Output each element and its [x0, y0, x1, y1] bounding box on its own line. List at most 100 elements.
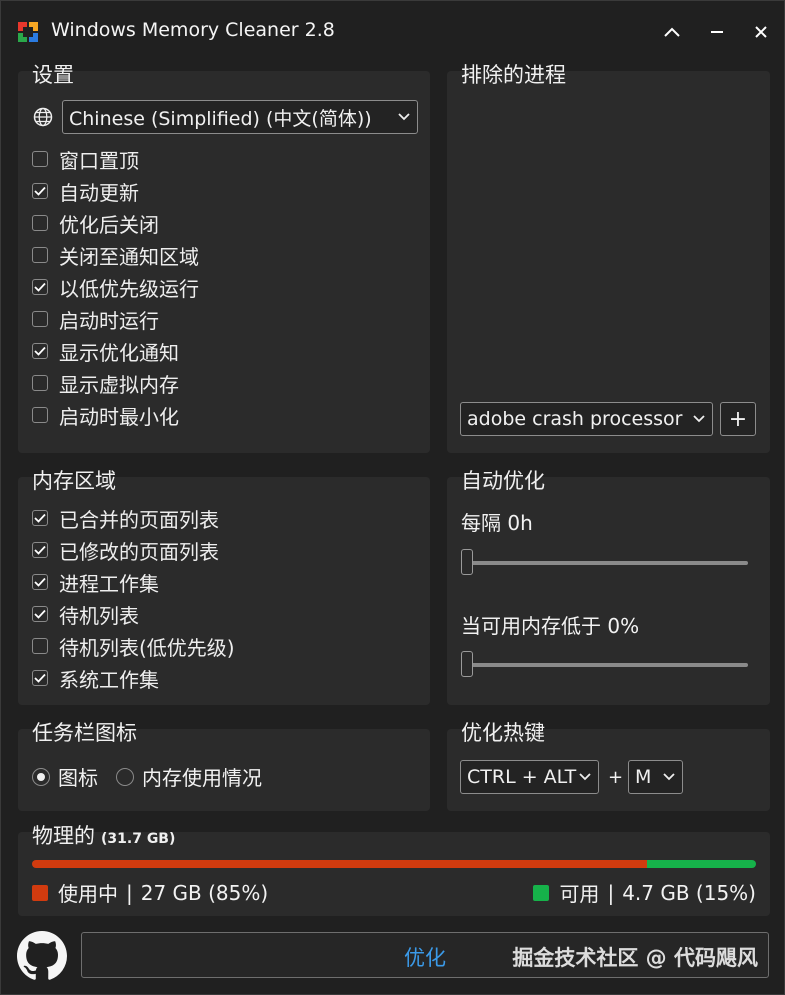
chevron-down-icon	[398, 113, 410, 121]
checkbox[interactable]	[32, 343, 48, 359]
option-label: 启动时运行	[59, 308, 159, 333]
settings-option[interactable]: 启动时运行	[32, 305, 159, 333]
hotkey-key-select[interactable]: M	[628, 760, 683, 794]
process-value: adobe crash processor	[467, 408, 683, 430]
checkbox[interactable]	[32, 510, 48, 526]
memory-area-option[interactable]: 已合并的页面列表	[32, 504, 219, 532]
slider-track	[461, 561, 748, 565]
memory-area-option[interactable]: 已修改的页面列表	[32, 536, 219, 564]
physical-title: 物理的	[32, 824, 95, 848]
checkbox[interactable]	[32, 670, 48, 686]
free-color-swatch	[533, 884, 550, 901]
used-separator: |	[126, 880, 133, 905]
check-icon	[34, 673, 46, 683]
settings-option[interactable]: 自动更新	[32, 177, 139, 205]
option-label: 以低优先级运行	[59, 276, 199, 301]
chevron-down-icon	[579, 773, 591, 781]
hotkey-panel: 优化热键 CTRL + ALT + M	[447, 721, 770, 811]
github-icon[interactable]	[17, 931, 67, 981]
checkbox[interactable]	[32, 574, 48, 590]
interval-label: 每隔 0h	[461, 511, 533, 535]
checkbox[interactable]	[32, 311, 48, 327]
settings-option[interactable]: 优化后关闭	[32, 209, 159, 237]
app-logo-icon	[18, 22, 38, 42]
check-icon	[34, 513, 46, 523]
settings-panel: 设置 Chinese (Simplified) (中文(简体)) 窗口置顶自动更…	[18, 63, 430, 453]
option-label: 已修改的页面列表	[59, 539, 219, 564]
tray-icon-options: 图标 内存使用情况	[32, 762, 280, 791]
option-label: 进程工作集	[59, 571, 159, 596]
process-select[interactable]: adobe crash processor	[460, 402, 713, 436]
checkbox[interactable]	[32, 151, 48, 167]
close-button[interactable]	[744, 15, 778, 49]
free-value: 4.7 GB (15%)	[622, 880, 756, 905]
option-label: 图标	[58, 766, 98, 790]
auto-optimize-title: 自动优化	[461, 469, 545, 493]
optimize-button[interactable]: 优化 掘金技术社区 @ 代码飓风	[81, 932, 769, 978]
option-label: 关闭至通知区域	[59, 244, 199, 269]
tray-icon-option[interactable]: 图标	[32, 762, 98, 791]
option-label: 自动更新	[59, 180, 139, 205]
checkbox[interactable]	[32, 375, 48, 391]
radio-button[interactable]	[32, 767, 50, 786]
minimize-button[interactable]	[700, 15, 734, 49]
optimize-label: 优化	[404, 946, 446, 970]
option-label: 显示优化通知	[59, 340, 179, 365]
memory-area-option[interactable]: 进程工作集	[32, 568, 159, 596]
slider-track	[461, 663, 748, 667]
language-value: Chinese (Simplified) (中文(简体))	[69, 107, 372, 130]
option-label: 启动时最小化	[59, 404, 179, 429]
checkbox[interactable]	[32, 279, 48, 295]
checkbox[interactable]	[32, 638, 48, 654]
tray-icon-title: 任务栏图标	[32, 721, 137, 745]
slider-thumb[interactable]	[461, 651, 473, 677]
settings-option[interactable]: 以低优先级运行	[32, 273, 199, 301]
checkbox[interactable]	[32, 407, 48, 423]
check-icon	[34, 545, 46, 555]
slider-thumb[interactable]	[461, 549, 473, 575]
settings-option[interactable]: 显示虚拟内存	[32, 369, 179, 397]
collapse-button[interactable]	[655, 15, 689, 49]
excluded-processes-panel: 排除的进程 adobe crash processor +	[447, 63, 770, 453]
hotkey-title: 优化热键	[461, 721, 545, 745]
checkbox[interactable]	[32, 542, 48, 558]
checkbox[interactable]	[32, 606, 48, 622]
chevron-down-icon	[663, 773, 675, 781]
checkbox[interactable]	[32, 183, 48, 199]
chevron-up-icon	[664, 27, 680, 37]
option-label: 待机列表	[59, 603, 139, 628]
checkbox[interactable]	[32, 215, 48, 231]
low-memory-label: 当可用内存低于 0%	[461, 614, 640, 638]
close-icon	[755, 26, 767, 38]
settings-option[interactable]: 关闭至通知区域	[32, 241, 199, 269]
used-label: 使用中	[58, 882, 118, 906]
memory-area-option[interactable]: 系统工作集	[32, 664, 159, 692]
check-icon	[34, 346, 46, 356]
add-label: +	[728, 406, 748, 432]
low-memory-slider[interactable]	[461, 651, 748, 679]
checkbox[interactable]	[32, 247, 48, 263]
option-label: 内存使用情况	[142, 766, 262, 790]
option-label: 已合并的页面列表	[59, 507, 219, 532]
settings-title: 设置	[32, 63, 74, 87]
hotkey-plus: +	[608, 767, 624, 788]
settings-option[interactable]: 窗口置顶	[32, 145, 139, 173]
memory-usage-bar	[32, 860, 756, 868]
interval-slider[interactable]	[461, 549, 748, 577]
add-process-button[interactable]: +	[720, 402, 756, 436]
check-icon	[34, 609, 46, 619]
physical-memory-panel: 物理的 (31.7 GB) 使用中 | 27 GB (85%) 可用 | 4.7…	[18, 824, 770, 916]
hotkey-modifier-select[interactable]: CTRL + ALT	[460, 760, 599, 794]
memory-free-fill	[647, 860, 756, 868]
memory-free-legend: 可用 | 4.7 GB (15%)	[533, 878, 756, 907]
radio-button[interactable]	[116, 767, 134, 786]
memory-area-option[interactable]: 待机列表(低优先级)	[32, 632, 235, 660]
settings-option[interactable]: 启动时最小化	[32, 401, 179, 429]
option-label: 窗口置顶	[59, 148, 139, 173]
language-select[interactable]: Chinese (Simplified) (中文(简体))	[62, 100, 418, 134]
free-label: 可用	[559, 882, 600, 906]
tray-icon-option[interactable]: 内存使用情况	[116, 762, 262, 791]
window-title: Windows Memory Cleaner 2.8	[51, 19, 335, 41]
memory-area-option[interactable]: 待机列表	[32, 600, 139, 628]
settings-option[interactable]: 显示优化通知	[32, 337, 179, 365]
